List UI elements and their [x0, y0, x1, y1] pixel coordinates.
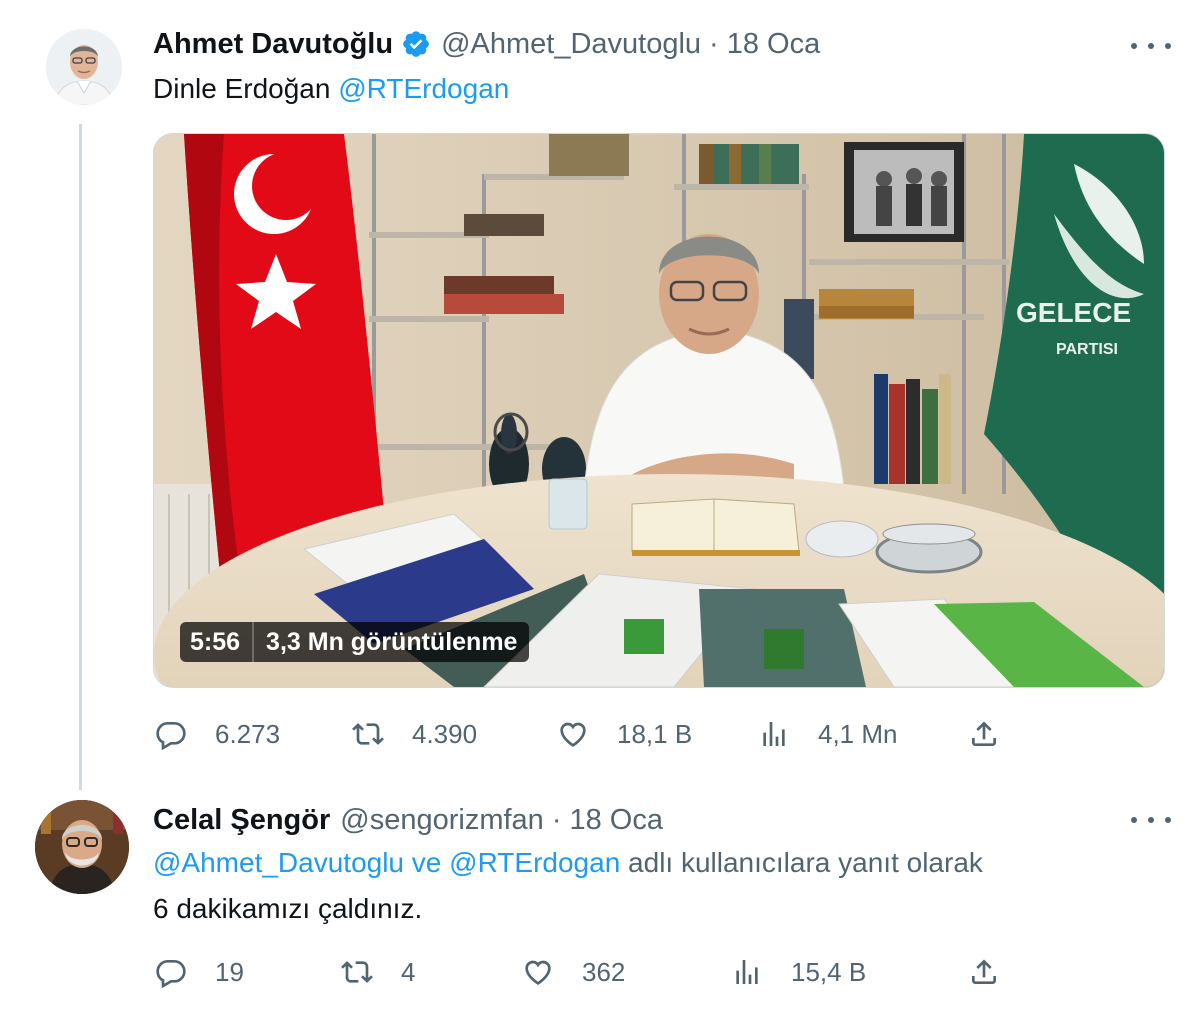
retweet-count: 4.390 [412, 718, 478, 749]
retweet-icon [352, 723, 384, 745]
tweet-header: Celal Şengör @sengorizmfan · 18 Oca [153, 802, 663, 838]
reply-connector: ve [404, 847, 450, 878]
like-button[interactable]: 362 [522, 952, 625, 992]
tweet-date[interactable]: 18 Oca [569, 802, 663, 838]
tweet-actions: 19 4 362 15,4 B [155, 952, 1015, 992]
views-button[interactable]: 15,4 B [731, 952, 866, 992]
author-name[interactable]: Celal Şengör [153, 802, 330, 838]
view-count: 15,4 B [791, 956, 867, 987]
reply-icon [156, 960, 186, 988]
tweet-date[interactable]: 18 Oca [727, 26, 821, 62]
separator: · [709, 28, 719, 60]
views-button[interactable]: 4,1 Mn [758, 714, 898, 754]
retweet-button[interactable]: 4.390 [352, 714, 477, 754]
tweet-header: Ahmet Davutoğlu @Ahmet_Davutoglu · 18 Oc… [153, 26, 820, 62]
tweet-sengor[interactable]: Celal Şengör @sengorizmfan · 18 Oca @Ahm… [0, 790, 1194, 1018]
reply-button[interactable]: 19 [155, 952, 244, 992]
tweet-text: Dinle Erdoğan @RTErdogan [153, 66, 509, 112]
more-icon[interactable] [1131, 810, 1171, 830]
separator: · [551, 804, 562, 836]
view-count: 4,1 Mn [818, 718, 898, 749]
author-name[interactable]: Ahmet Davutoğlu [153, 26, 393, 62]
tweet-text: 6 dakikamızı çaldınız. [153, 893, 423, 924]
video-view-count: 3,3 Mn görüntülenme [266, 627, 518, 656]
verified-badge-icon [401, 29, 431, 59]
author-handle[interactable]: @Ahmet_Davutoglu [441, 26, 701, 62]
like-icon [560, 722, 586, 747]
like-count: 18,1 B [617, 718, 693, 749]
video-thumbnail: GELECE PARTISI [154, 134, 1164, 687]
mention-link[interactable]: @RTErdogan [338, 73, 509, 104]
reply-icon [156, 722, 186, 750]
reply-suffix: adlı kullanıcılara yanıt olarak [620, 847, 983, 878]
thread-line [79, 124, 82, 790]
reply-mention-1[interactable]: @Ahmet_Davutoglu [153, 847, 404, 878]
video-player[interactable]: GELECE PARTISI 5:56 3,3 Mn görüntülenme [153, 133, 1165, 688]
like-icon [525, 960, 551, 985]
views-icon [736, 960, 758, 984]
reply-count: 6.273 [215, 718, 281, 749]
party-flag-subtext: PARTISI [1056, 341, 1118, 358]
like-count: 362 [582, 956, 626, 987]
like-button[interactable]: 18,1 B [557, 714, 692, 754]
tweet-actions: 6.273 4.390 18,1 B 4,1 Mn [155, 714, 1015, 754]
tweet-text-plain: Dinle Erdoğan [153, 73, 339, 104]
video-info-badge: 5:56 3,3 Mn görüntülenme [180, 622, 530, 662]
author-handle[interactable]: @sengorizmfan [340, 802, 544, 838]
party-flag-text: GELECE [1016, 297, 1131, 328]
reply-button[interactable]: 6.273 [155, 714, 280, 754]
retweet-button[interactable]: 4 [341, 952, 415, 992]
reply-mention-2[interactable]: @RTErdogan [449, 847, 620, 878]
more-icon[interactable] [1131, 36, 1171, 56]
share-button[interactable] [968, 714, 1000, 754]
reply-context: @Ahmet_Davutoglu ve @RTErdogan adlı kull… [153, 840, 983, 886]
share-icon [972, 721, 996, 746]
share-button[interactable] [968, 952, 1000, 992]
retweet-count: 4 [401, 956, 416, 987]
share-icon [972, 959, 996, 984]
views-icon [763, 722, 785, 746]
video-duration: 5:56 [190, 627, 241, 656]
retweet-icon [341, 961, 373, 983]
tweet-davutoglu[interactable]: Ahmet Davutoğlu @Ahmet_Davutoglu · 18 Oc… [0, 0, 1194, 790]
reply-count: 19 [215, 956, 244, 987]
avatar-davutoglu[interactable] [46, 29, 122, 105]
